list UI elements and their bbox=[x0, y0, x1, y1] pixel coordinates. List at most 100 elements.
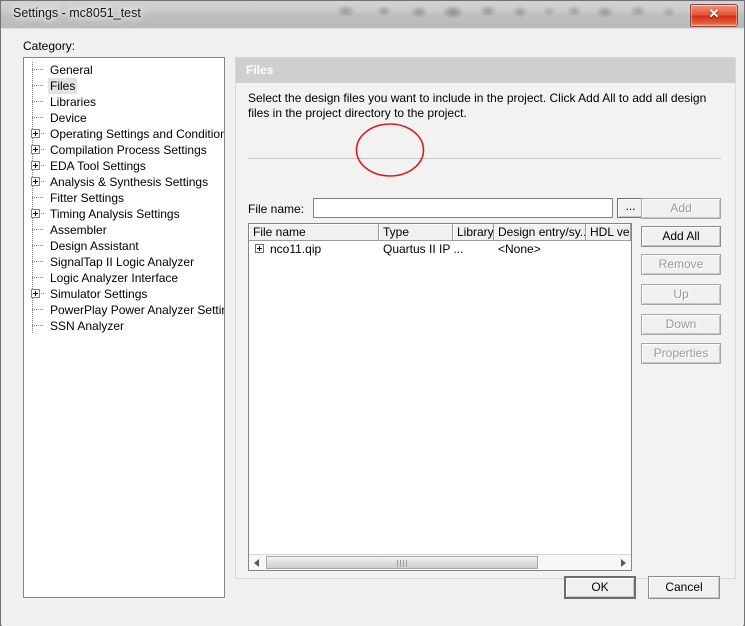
tree-connector-dots bbox=[41, 213, 44, 214]
sidebar-item-powerplay-power-analyzer-settings[interactable]: PowerPlay Power Analyzer Settings bbox=[24, 302, 224, 318]
scroll-left-arrow-icon[interactable] bbox=[249, 555, 265, 570]
files-panel-description: Select the design files you want to incl… bbox=[248, 91, 707, 120]
sidebar-item-timing-analysis-settings[interactable]: Timing Analysis Settings bbox=[24, 206, 224, 222]
files-panel-header: Files bbox=[236, 58, 735, 83]
sidebar-item-label: Operating Settings and Conditions bbox=[50, 127, 225, 141]
sidebar-item-logic-analyzer-interface[interactable]: Logic Analyzer Interface bbox=[24, 270, 224, 286]
tree-expand-plus-icon[interactable] bbox=[31, 209, 40, 218]
properties-button: Properties bbox=[641, 343, 721, 364]
category-label: Category: bbox=[23, 39, 76, 53]
table-row[interactable]: nco11.qip Quartus II IP ... <None> bbox=[249, 241, 631, 257]
up-button: Up bbox=[641, 284, 721, 305]
sidebar-item-label: Logic Analyzer Interface bbox=[50, 271, 179, 285]
column-header[interactable]: File name bbox=[249, 224, 379, 240]
column-header[interactable]: Library bbox=[453, 224, 494, 240]
close-button[interactable]: ✕ bbox=[690, 4, 738, 27]
tree-connector-dots bbox=[32, 277, 43, 278]
files-panel: Files Select the design files you want t… bbox=[235, 57, 736, 579]
sidebar-item-operating-settings-and-conditions[interactable]: Operating Settings and Conditions bbox=[24, 126, 224, 142]
tree-connector-dots bbox=[32, 197, 43, 198]
tree-connector-dots bbox=[41, 293, 44, 294]
sidebar-item-ssn-analyzer[interactable]: SSN Analyzer bbox=[24, 318, 224, 334]
sidebar-item-compilation-process-settings[interactable]: Compilation Process Settings bbox=[24, 142, 224, 158]
sidebar-item-assembler[interactable]: Assembler bbox=[24, 222, 224, 238]
sidebar-item-label: SignalTap II Logic Analyzer bbox=[50, 255, 195, 269]
browse-button[interactable]: ... bbox=[617, 198, 644, 218]
tree-connector-dots bbox=[32, 229, 43, 230]
sidebar-item-files[interactable]: Files bbox=[24, 78, 224, 94]
tree-connector-dots bbox=[41, 133, 44, 134]
cancel-button[interactable]: Cancel bbox=[648, 576, 720, 599]
sidebar-item-label: EDA Tool Settings bbox=[50, 159, 146, 173]
category-tree[interactable]: General Files Libraries Device Operating Set… bbox=[23, 57, 225, 598]
tree-connector-line bbox=[32, 254, 33, 270]
sidebar-item-simulator-settings[interactable]: Simulator Settings bbox=[24, 286, 224, 302]
tree-connector-dots bbox=[32, 85, 43, 86]
tree-expand-plus-icon[interactable] bbox=[31, 161, 40, 170]
file-list-table[interactable]: File name Type Library Design entry/sy... HD… bbox=[248, 223, 632, 571]
scroll-thumb[interactable] bbox=[266, 556, 538, 569]
sidebar-item-design-assistant[interactable]: Design Assistant bbox=[24, 238, 224, 254]
tree-expand-plus-icon[interactable] bbox=[31, 145, 40, 154]
tree-connector-line bbox=[32, 270, 33, 286]
tree-connector-line bbox=[32, 62, 33, 78]
tree-connector-line bbox=[32, 318, 33, 334]
tree-connector-dots bbox=[32, 101, 43, 102]
file-list-horizontal-scrollbar[interactable] bbox=[249, 554, 631, 570]
tree-connector-dots bbox=[41, 165, 44, 166]
column-header-label: HDL ve bbox=[590, 225, 630, 239]
table-cell: <None> bbox=[498, 242, 541, 256]
dialog-client-area: Category: General Files Libraries Device Ope… bbox=[2, 28, 743, 626]
sidebar-item-label: Simulator Settings bbox=[50, 287, 148, 301]
tree-connector-dots bbox=[32, 325, 43, 326]
sidebar-item-libraries[interactable]: Libraries bbox=[24, 94, 224, 110]
sidebar-item-fitter-settings[interactable]: Fitter Settings bbox=[24, 190, 224, 206]
sidebar-item-device[interactable]: Device bbox=[24, 110, 224, 126]
file-list-body[interactable]: nco11.qip Quartus II IP ... <None> bbox=[249, 241, 631, 257]
tree-connector-dots bbox=[41, 149, 44, 150]
sidebar-item-label: Design Assistant bbox=[50, 239, 139, 253]
sidebar-item-label: Assembler bbox=[50, 223, 107, 237]
sidebar-item-eda-tool-settings[interactable]: EDA Tool Settings bbox=[24, 158, 224, 174]
sidebar-item-label: Device bbox=[50, 111, 87, 125]
tree-connector-dots bbox=[32, 117, 43, 118]
tree-connector-line bbox=[32, 94, 33, 110]
column-header[interactable]: HDL ve bbox=[586, 224, 631, 240]
ok-button[interactable]: OK bbox=[564, 576, 636, 599]
sidebar-item-label: Files bbox=[48, 78, 78, 94]
title-bar[interactable]: Settings - mc8051_test ✕ bbox=[1, 1, 744, 28]
column-header[interactable]: Type bbox=[379, 224, 453, 240]
scroll-right-arrow-icon[interactable] bbox=[615, 555, 631, 570]
file-name-input[interactable] bbox=[313, 198, 613, 218]
tree-connector-dots bbox=[32, 261, 43, 262]
column-header-label: Design entry/sy... bbox=[498, 225, 586, 239]
sidebar-item-analysis-synthesis-settings[interactable]: Analysis & Synthesis Settings bbox=[24, 174, 224, 190]
column-header-label: Library bbox=[457, 225, 494, 239]
tree-connector-dots bbox=[32, 309, 43, 310]
sidebar-item-label: Timing Analysis Settings bbox=[50, 207, 180, 221]
tree-connector-dots bbox=[32, 69, 43, 70]
sidebar-item-label: SSN Analyzer bbox=[50, 319, 125, 333]
add-all-button[interactable]: Add All bbox=[641, 226, 721, 247]
sidebar-item-label: Compilation Process Settings bbox=[50, 143, 207, 157]
column-header-label: File name bbox=[253, 225, 306, 239]
close-icon: ✕ bbox=[708, 6, 720, 21]
column-header[interactable]: Design entry/sy... bbox=[494, 224, 586, 240]
tree-expand-plus-icon[interactable] bbox=[31, 289, 40, 298]
file-name-label: File name: bbox=[248, 202, 305, 216]
tree-expand-plus-icon[interactable] bbox=[31, 177, 40, 186]
sidebar-item-signaltap-ii-logic-analyzer[interactable]: SignalTap II Logic Analyzer bbox=[24, 254, 224, 270]
row-expand-plus-icon[interactable] bbox=[255, 244, 264, 253]
settings-dialog-window: Settings - mc8051_test ✕ Category: Gener… bbox=[0, 0, 745, 626]
tree-expand-plus-icon[interactable] bbox=[31, 129, 40, 138]
add-button: Add bbox=[641, 198, 721, 219]
tree-connector-line bbox=[32, 238, 33, 254]
sidebar-item-label: Fitter Settings bbox=[50, 191, 125, 205]
tree-connector-line bbox=[32, 78, 33, 94]
column-header-label: Type bbox=[383, 225, 410, 239]
panel-divider bbox=[248, 158, 721, 159]
tree-connector-line bbox=[32, 222, 33, 238]
tree-connector-dots bbox=[41, 181, 44, 182]
down-button: Down bbox=[641, 314, 721, 335]
sidebar-item-general[interactable]: General bbox=[24, 62, 224, 78]
